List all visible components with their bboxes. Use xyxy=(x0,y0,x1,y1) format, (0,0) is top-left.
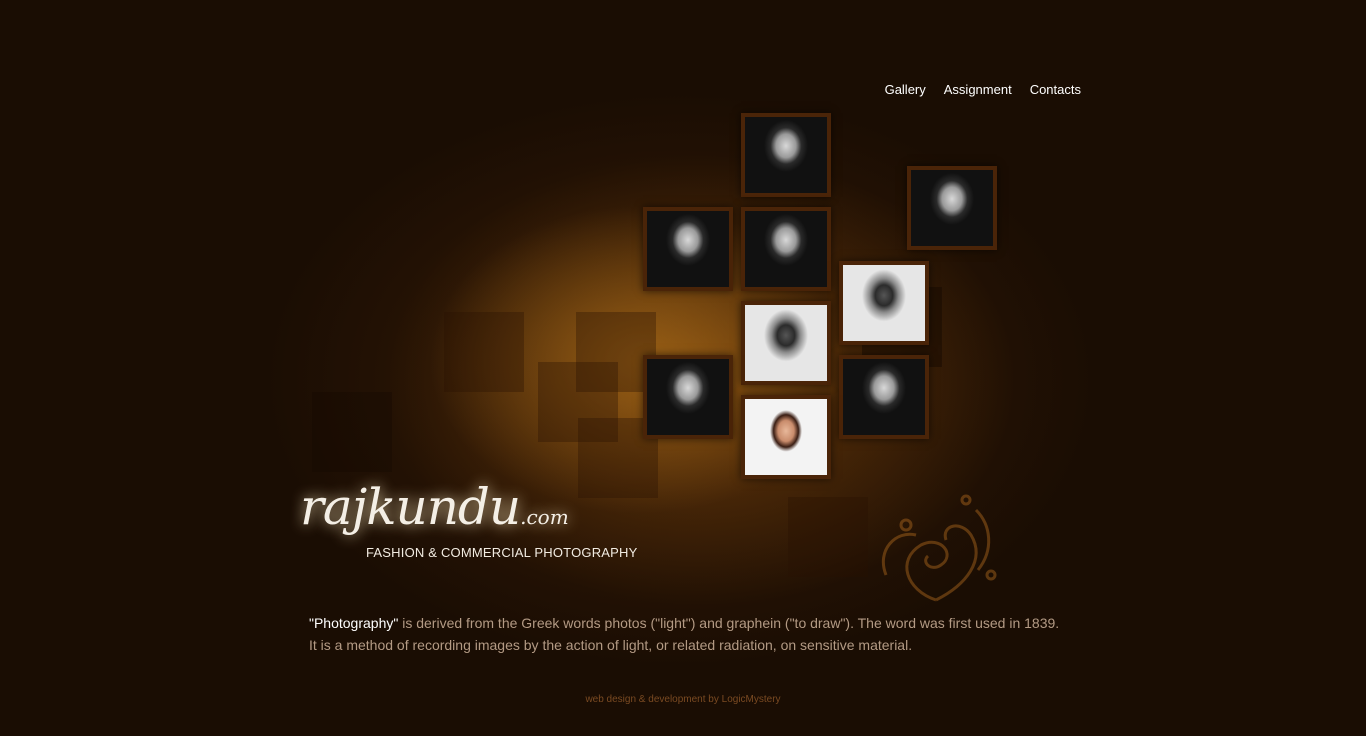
page: Gallery Assignment Contacts rajkundu.com… xyxy=(0,0,1366,736)
description-line-1: "Photography" is derived from the Greek … xyxy=(309,612,1089,634)
gallery-thumbnail[interactable] xyxy=(907,166,997,250)
gallery-thumbnail[interactable] xyxy=(643,355,733,439)
gallery-thumbnail[interactable] xyxy=(643,207,733,291)
logo-name: rajkundu xyxy=(300,478,521,536)
description-highlight: "Photography" xyxy=(309,615,399,631)
gallery-thumbnail[interactable] xyxy=(741,113,831,197)
main-nav: Gallery Assignment Contacts xyxy=(885,82,1081,97)
decorative-square xyxy=(312,392,392,472)
nav-gallery-link[interactable]: Gallery xyxy=(885,82,926,97)
gallery-thumbnail[interactable] xyxy=(839,355,929,439)
decorative-square xyxy=(444,312,524,392)
logo-tld: .com xyxy=(520,505,569,529)
gallery-thumbnail[interactable] xyxy=(741,395,831,479)
nav-contacts-link[interactable]: Contacts xyxy=(1030,82,1081,97)
site-logo[interactable]: rajkundu.com xyxy=(300,478,569,536)
description-line-2: It is a method of recording images by th… xyxy=(309,637,913,653)
gallery-thumbnail[interactable] xyxy=(741,207,831,291)
site-tagline: FASHION & COMMERCIAL PHOTOGRAPHY xyxy=(366,545,638,560)
gallery-thumbnail[interactable] xyxy=(741,301,831,385)
nav-assignment-link[interactable]: Assignment xyxy=(944,82,1012,97)
footer-credit[interactable]: web design & development by LogicMystery xyxy=(0,694,1366,705)
description: "Photography" is derived from the Greek … xyxy=(309,612,1089,656)
gallery-thumbnail[interactable] xyxy=(839,261,929,345)
description-line-1-text: is derived from the Greek words photos (… xyxy=(398,615,1060,631)
decorative-square xyxy=(788,497,868,577)
swirl-ornament-icon xyxy=(881,494,997,602)
